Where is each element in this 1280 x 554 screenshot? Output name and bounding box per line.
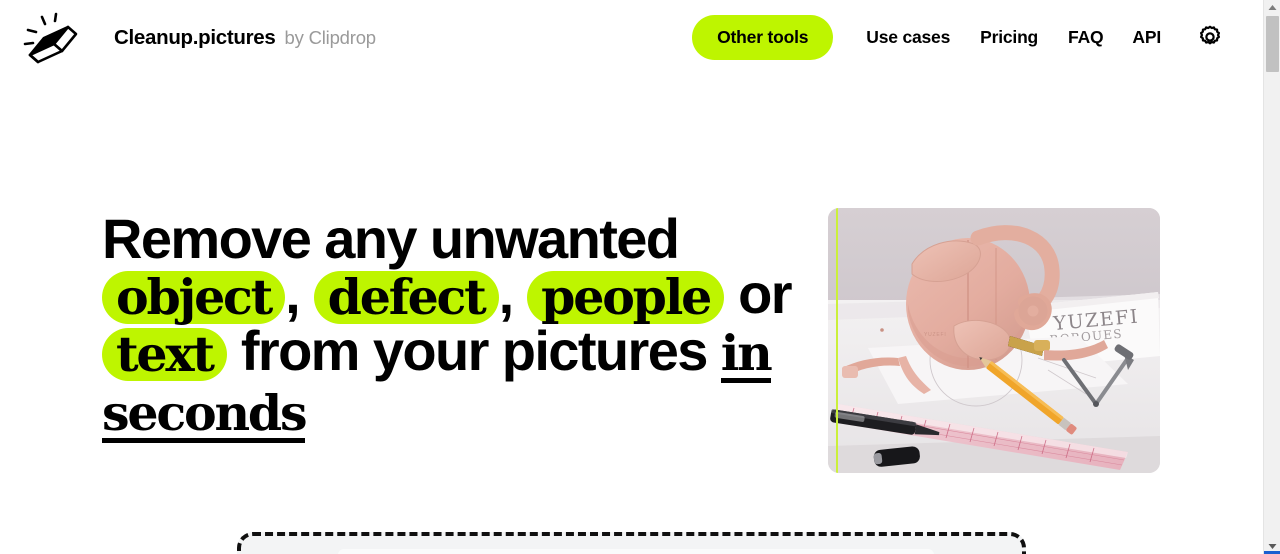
main-navigation: Other tools Use cases Pricing FAQ API bbox=[692, 14, 1225, 60]
headline-line-1: Remove any unwanted bbox=[102, 211, 802, 267]
scrollbar-thumb[interactable] bbox=[1266, 16, 1279, 72]
highlight-people: people bbox=[527, 271, 725, 324]
handbag-photo: YUZEFI BOROUES YUZEFI bbox=[828, 208, 1160, 473]
hero-image[interactable]: YUZEFI BOROUES YUZEFI bbox=[828, 208, 1160, 473]
vertical-scrollbar[interactable] bbox=[1263, 0, 1280, 554]
settings-button[interactable] bbox=[1195, 22, 1225, 52]
nav-link-pricing[interactable]: Pricing bbox=[980, 15, 1038, 60]
highlight-text: text bbox=[102, 328, 227, 381]
svg-text:YUZEFI: YUZEFI bbox=[924, 332, 947, 338]
brand-logo[interactable]: Cleanup.pictures by Clipdrop bbox=[20, 12, 376, 64]
headline-line-3: text from your pictures in bbox=[102, 323, 802, 383]
nav-link-api[interactable]: API bbox=[1132, 15, 1161, 60]
brand-name: Cleanup.pictures bbox=[114, 26, 276, 49]
gear-icon bbox=[1199, 25, 1221, 45]
scroll-up-arrow[interactable] bbox=[1264, 0, 1280, 15]
page-root: Cleanup.pictures by Clipdrop Other tools… bbox=[0, 0, 1263, 554]
image-upload-dropzone[interactable] bbox=[237, 532, 1026, 554]
headline-text-from-your-pictures: from your pictures bbox=[240, 319, 709, 382]
chevron-down-icon bbox=[1268, 544, 1276, 549]
headline-line-2: object, defect, people or bbox=[102, 266, 802, 324]
highlight-object: object bbox=[102, 271, 286, 324]
headline-text-or: or bbox=[738, 262, 792, 325]
nav-link-faq[interactable]: FAQ bbox=[1068, 15, 1104, 60]
eraser-icon bbox=[23, 12, 78, 64]
hero-section: Remove any unwanted object, defect, peop… bbox=[0, 190, 1263, 490]
site-header: Cleanup.pictures by Clipdrop Other tools… bbox=[0, 0, 1263, 78]
nav-link-use-cases[interactable]: Use cases bbox=[866, 15, 950, 60]
headline-text-remove-any-unwanted: Remove any unwanted bbox=[102, 207, 680, 270]
headline-line-4: seconds bbox=[102, 384, 802, 443]
brand-text: Cleanup.pictures by Clipdrop bbox=[114, 26, 376, 50]
headline-underlined-seconds: seconds bbox=[102, 384, 308, 443]
page-title: Remove any unwanted object, defect, peop… bbox=[102, 211, 802, 444]
headline-underlined-in: in bbox=[720, 324, 773, 383]
chevron-up-icon bbox=[1268, 5, 1276, 10]
comma-1: , bbox=[285, 262, 301, 325]
brand-byline: by Clipdrop bbox=[284, 27, 377, 48]
before-after-split-line[interactable] bbox=[836, 208, 838, 473]
other-tools-button[interactable]: Other tools bbox=[692, 14, 834, 60]
dropzone-inner-panel bbox=[338, 549, 934, 554]
comma-2: , bbox=[498, 262, 515, 325]
highlight-defect: defect bbox=[313, 271, 499, 324]
